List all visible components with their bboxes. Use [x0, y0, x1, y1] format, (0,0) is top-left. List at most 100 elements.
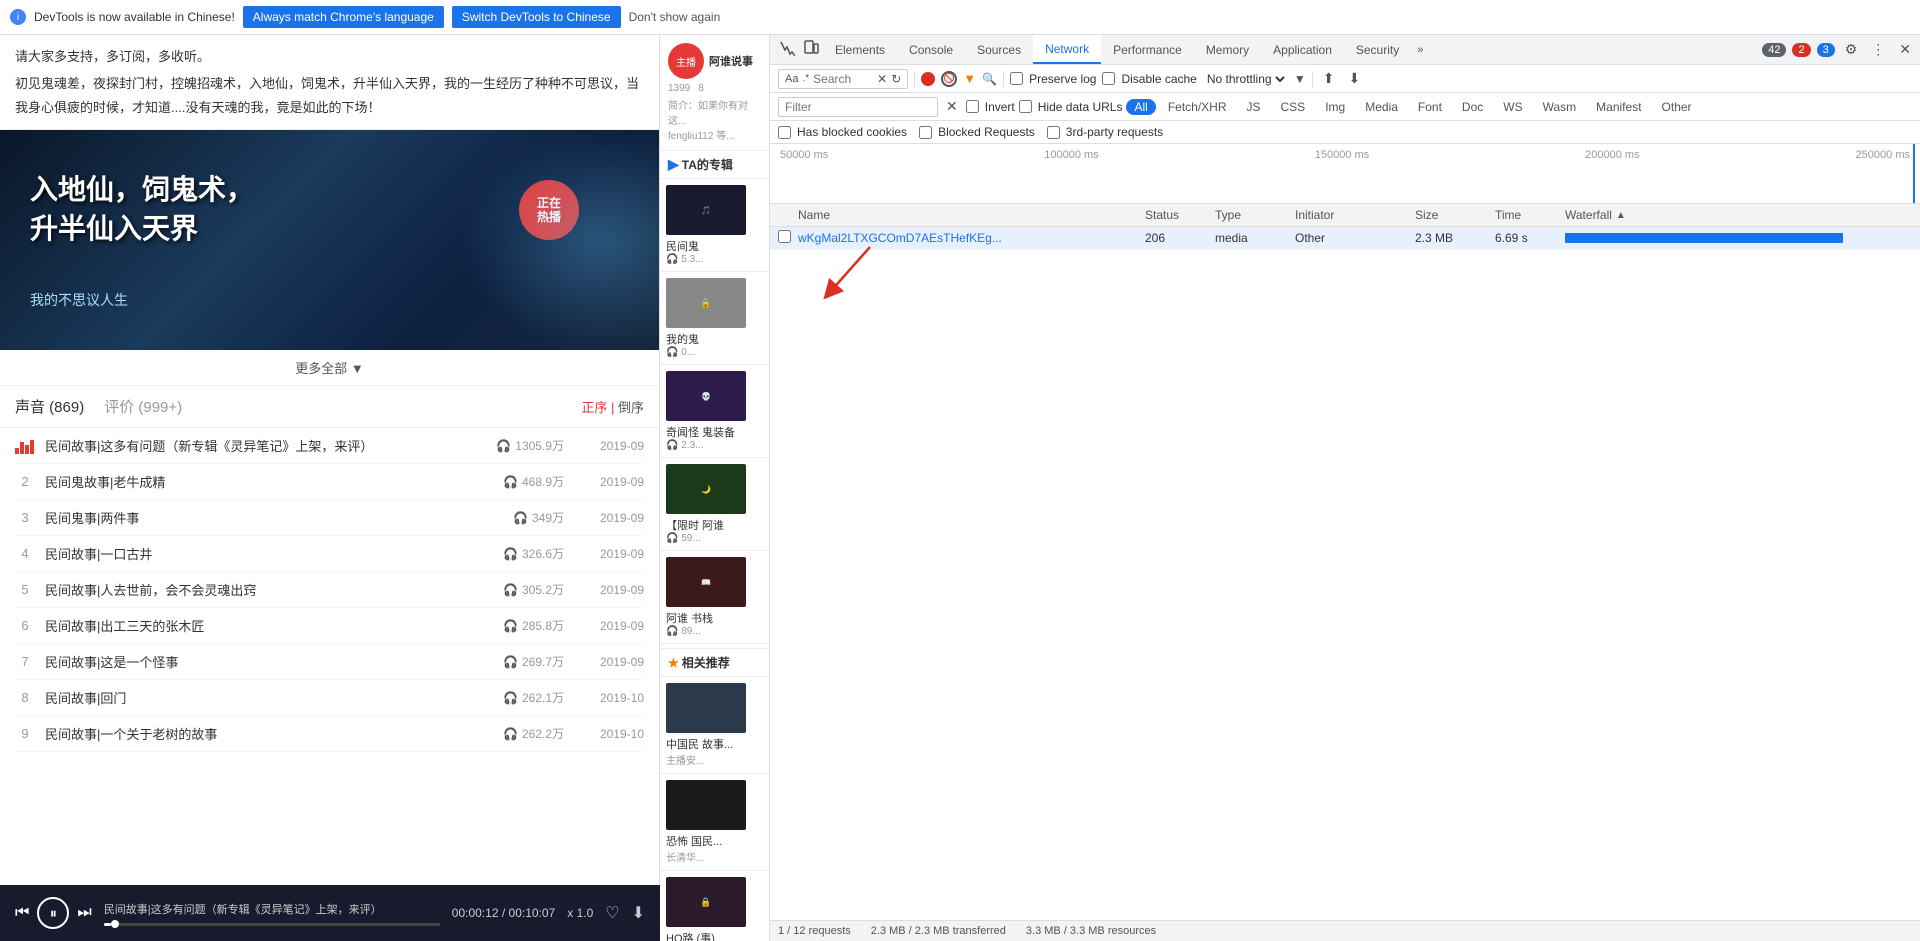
disable-cache-checkbox[interactable]: Disable cache: [1102, 72, 1196, 86]
col-status[interactable]: Status: [1145, 208, 1215, 222]
audio-title[interactable]: 民间故事|这是一个怪事: [45, 652, 474, 671]
audio-banner: 入地仙，饲鬼术， 升半仙入天界 我的不思议人生 正在热播: [0, 130, 659, 350]
audio-list: 民间故事|这多有问题（新专辑《灵异笔记》上架，来评） 🎧 1305.9万 201…: [0, 428, 659, 752]
audio-num: 5: [15, 582, 35, 597]
player-track-title: 民间故事|这多有问题（新专辑《灵异笔记》上架，来评）: [104, 901, 440, 917]
album-item[interactable]: 🎵 民间鬼 🎧 5.3...: [660, 179, 769, 272]
request-waterfall: [1565, 230, 1912, 246]
download-button[interactable]: ⬇: [632, 903, 645, 923]
export-button[interactable]: ⬇: [1344, 68, 1364, 89]
dont-show-button[interactable]: Don't show again: [629, 10, 721, 24]
album-item[interactable]: 🌙 【限时 阿谁 🎧 59...: [660, 458, 769, 551]
player-speed[interactable]: x 1.0: [567, 906, 593, 920]
device-toggle-button[interactable]: [799, 38, 823, 61]
filter-wasm-button[interactable]: Wasm: [1535, 99, 1585, 115]
recommend-item[interactable]: 恐怖 国民... 长清华...: [660, 774, 769, 871]
filter-all-button[interactable]: All: [1126, 99, 1155, 115]
next-button[interactable]: ⏭: [77, 904, 91, 922]
clear-button[interactable]: 🚫: [941, 71, 957, 87]
audio-title[interactable]: 民间故事|一口古井: [45, 544, 474, 563]
import-button[interactable]: ⬆: [1319, 68, 1339, 89]
invert-checkbox[interactable]: Invert: [966, 100, 1015, 114]
filter-other-button[interactable]: Other: [1654, 99, 1700, 115]
table-header: Name Status Type Initiator Size Time: [770, 204, 1920, 227]
row-checkbox[interactable]: [778, 230, 798, 246]
recommend-sub: 长清华...: [666, 849, 763, 864]
tab-elements[interactable]: Elements: [823, 35, 897, 64]
more-options-button[interactable]: ⋮: [1867, 39, 1889, 60]
filter-manifest-button[interactable]: Manifest: [1588, 99, 1649, 115]
inspect-element-button[interactable]: [775, 38, 799, 61]
favorite-button[interactable]: ♡: [605, 903, 619, 923]
album-item[interactable]: 🔒 我的鬼 🎧 0...: [660, 272, 769, 365]
search-submit-icon[interactable]: ↻: [891, 72, 901, 86]
filter-js-button[interactable]: JS: [1239, 99, 1269, 115]
tab-more-button[interactable]: »: [1411, 35, 1429, 64]
album-item[interactable]: 📖 阿谁 书栈 🎧 89...: [660, 551, 769, 644]
see-more-link[interactable]: 更多全部 ▼: [0, 350, 659, 386]
record-button[interactable]: [921, 72, 935, 86]
close-devtools-button[interactable]: ✕: [1895, 39, 1915, 60]
audio-title[interactable]: 民间故事|一个关于老树的故事: [45, 724, 474, 743]
filter-css-button[interactable]: CSS: [1273, 99, 1314, 115]
preserve-log-checkbox[interactable]: Preserve log: [1010, 72, 1096, 86]
album-icon: ▶: [668, 156, 679, 173]
timeline-area: 50000 ms 100000 ms 150000 ms 200000 ms 2…: [770, 144, 1920, 204]
tab-network[interactable]: Network: [1033, 35, 1101, 64]
hide-data-urls-checkbox[interactable]: Hide data URLs: [1019, 100, 1123, 114]
col-initiator[interactable]: Initiator: [1295, 208, 1415, 222]
col-name[interactable]: Name: [798, 208, 1145, 222]
progress-track[interactable]: [104, 923, 440, 926]
third-party-checkbox[interactable]: 3rd-party requests: [1047, 125, 1163, 139]
sort-reverse[interactable]: 倒序: [618, 400, 644, 415]
filter-font-button[interactable]: Font: [1410, 99, 1450, 115]
audio-title[interactable]: 民间鬼事|两件事: [45, 508, 474, 527]
filter-img-button[interactable]: Img: [1317, 99, 1353, 115]
recommend-item[interactable]: 中国民 故事... 主播安...: [660, 677, 769, 774]
col-time[interactable]: Time: [1495, 208, 1565, 222]
filter-media-button[interactable]: Media: [1357, 99, 1406, 115]
tab-performance[interactable]: Performance: [1101, 35, 1194, 64]
audio-title[interactable]: 民间故事|这多有问题（新专辑《灵异笔记》上架，来评）: [45, 436, 474, 455]
audio-date: 2019-09: [574, 547, 644, 561]
col-waterfall[interactable]: Waterfall ▲: [1565, 208, 1912, 222]
audio-title[interactable]: 民间鬼故事|老牛成精: [45, 472, 474, 491]
filter-doc-button[interactable]: Doc: [1454, 99, 1491, 115]
tab-sources[interactable]: Sources: [965, 35, 1033, 64]
album-item[interactable]: 💀 奇闻怪 鬼装备 🎧 2.3...: [660, 365, 769, 458]
tab-memory[interactable]: Memory: [1194, 35, 1261, 64]
albums-section-header: ▶ TA的专辑: [660, 151, 769, 179]
throttle-select[interactable]: No throttling: [1203, 71, 1288, 87]
audio-title[interactable]: 民间故事|出工三天的张木匠: [45, 616, 474, 635]
tab-security[interactable]: Security: [1344, 35, 1411, 64]
audio-title[interactable]: 民间故事|回门: [45, 688, 474, 707]
match-language-button[interactable]: Always match Chrome's language: [243, 6, 444, 28]
pause-button[interactable]: ⏸: [37, 897, 69, 929]
album-thumbnail: 📖: [666, 557, 746, 607]
notification-text: DevTools is now available in Chinese!: [34, 10, 235, 24]
filter-input[interactable]: [778, 97, 938, 117]
table-row[interactable]: wKgMal2LTXGCOmD7AEsTHefKEg... 206 media …: [770, 227, 1920, 250]
switch-devtools-button[interactable]: Switch DevTools to Chinese: [452, 6, 621, 28]
col-type[interactable]: Type: [1215, 208, 1295, 222]
col-size[interactable]: Size: [1415, 208, 1495, 222]
sort-forward[interactable]: 正序: [581, 400, 607, 415]
album-thumbnail: 💀: [666, 371, 746, 421]
tab-application[interactable]: Application: [1261, 35, 1344, 64]
progress-container: 民间故事|这多有问题（新专辑《灵异笔记》上架，来评）: [104, 901, 440, 926]
filter-ws-button[interactable]: WS: [1495, 99, 1530, 115]
settings-button[interactable]: ⚙: [1841, 39, 1862, 60]
filter-clear-button[interactable]: ✕: [942, 96, 962, 117]
album-title: 【限时 阿谁: [666, 517, 763, 533]
search-input[interactable]: [813, 72, 873, 86]
blocked-requests-checkbox[interactable]: Blocked Requests: [919, 125, 1035, 139]
prev-button[interactable]: ⏮: [15, 904, 29, 922]
search-clear-icon[interactable]: ✕: [877, 72, 887, 86]
tab-console[interactable]: Console: [897, 35, 965, 64]
recommend-item[interactable]: 🔒 HQ路 (事): [660, 871, 769, 941]
transfer-size: 2.3 MB / 2.3 MB transferred: [871, 925, 1006, 937]
audio-title[interactable]: 民间故事|人去世前，会不会灵魂出窍: [45, 580, 474, 599]
audio-plays: 🎧468.9万: [484, 473, 564, 490]
blocked-cookies-checkbox[interactable]: Has blocked cookies: [778, 125, 907, 139]
filter-fetch-xhr-button[interactable]: Fetch/XHR: [1160, 99, 1235, 115]
